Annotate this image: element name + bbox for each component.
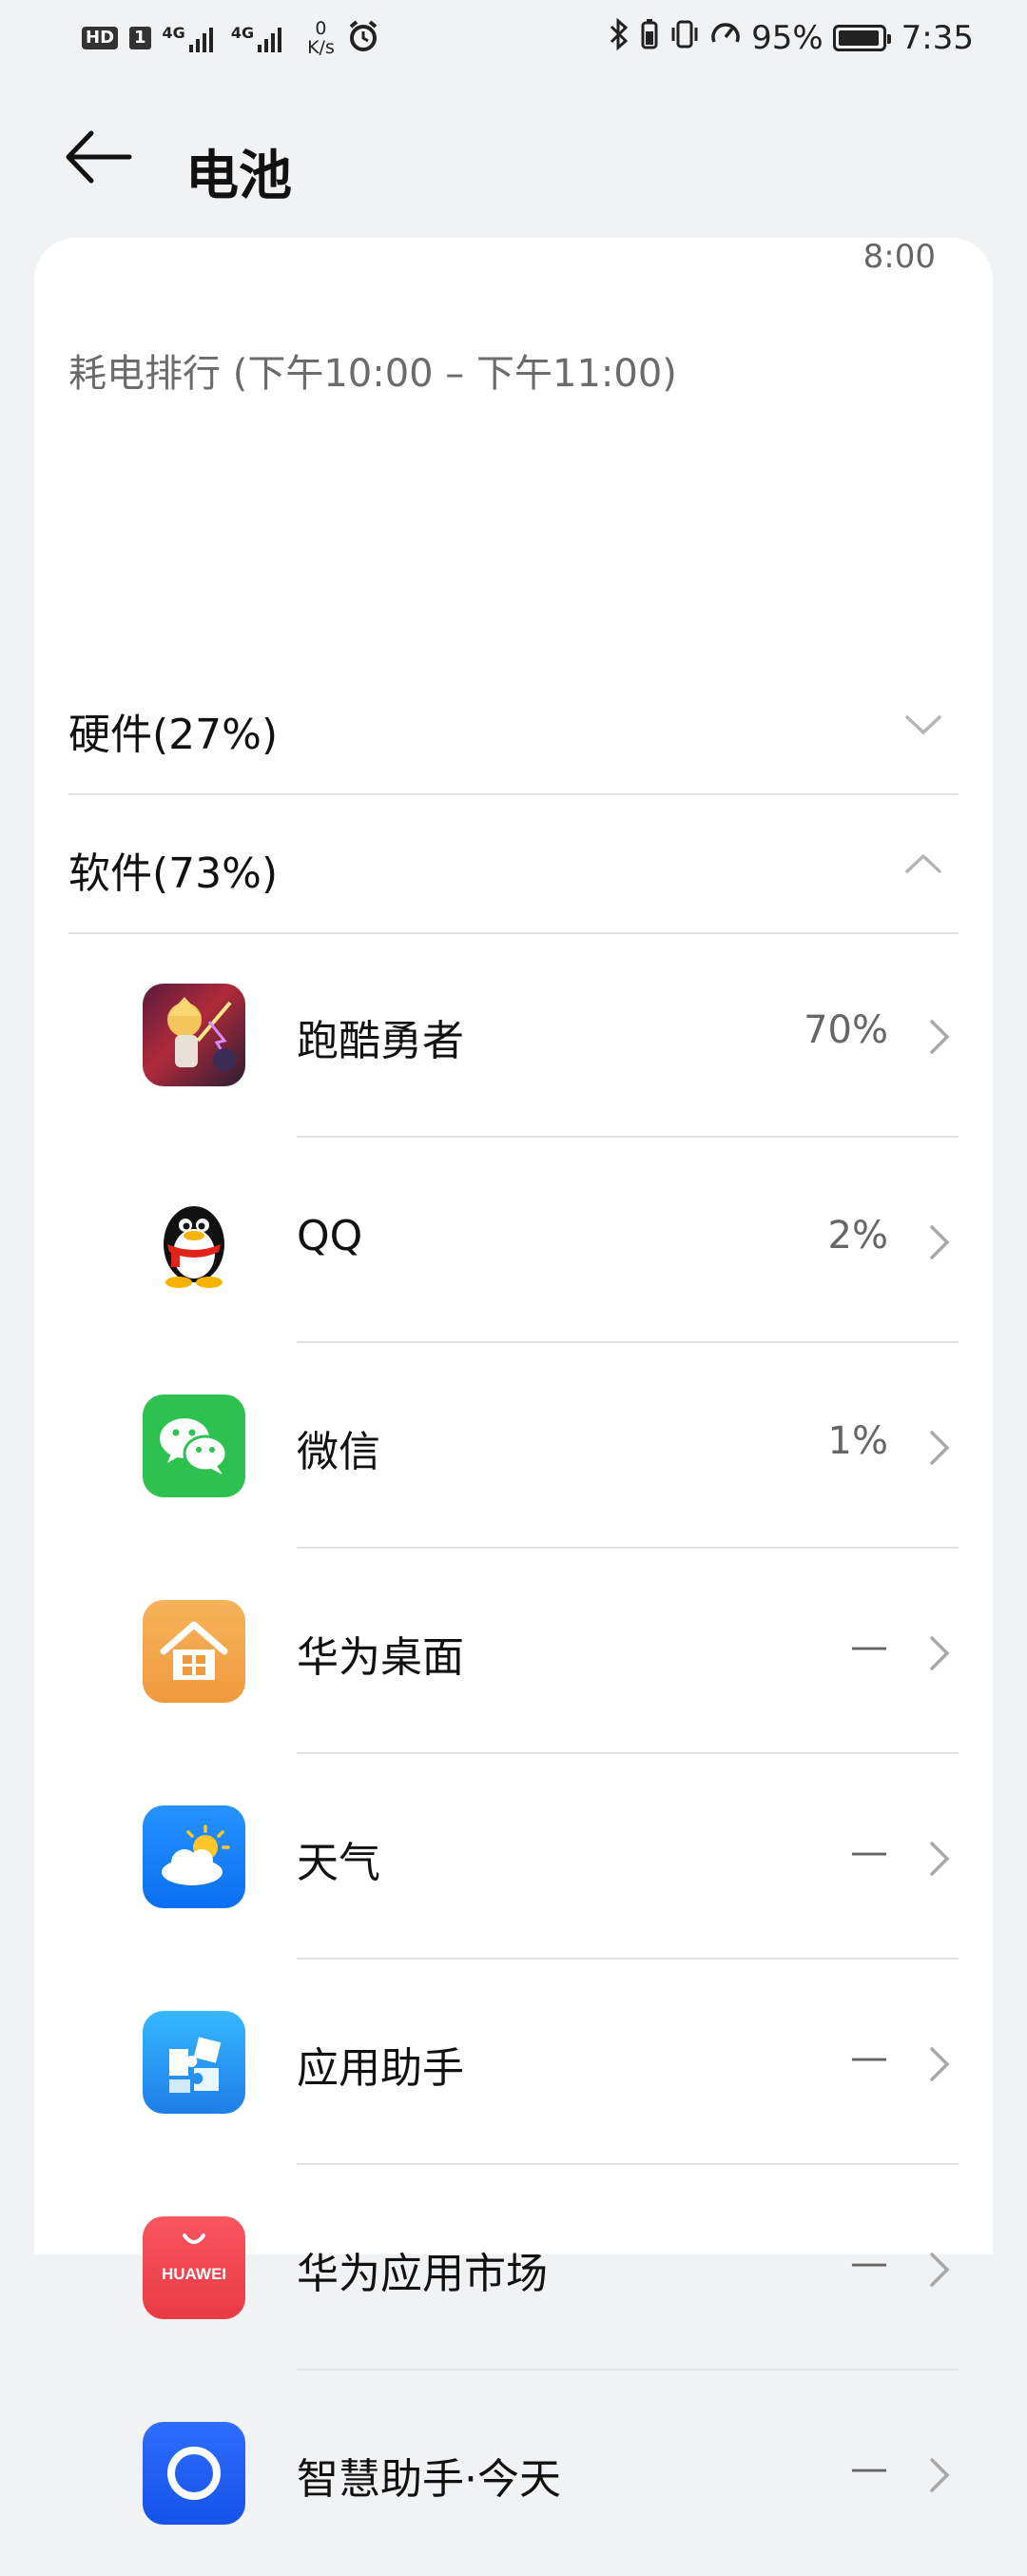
app-name: 跑酷勇者	[297, 1017, 464, 1065]
app-usage-value: —	[850, 2241, 888, 2285]
app-row-app-assistant[interactable]: 应用助手 —	[34, 1960, 993, 2165]
app-row-weather[interactable]: 天气 —	[34, 1754, 993, 1960]
page-title: 电池	[185, 146, 292, 207]
app-usage-value: —	[850, 1625, 888, 1669]
wechat-icon	[143, 1395, 245, 1497]
battery-saver-icon	[639, 18, 660, 59]
smart-assistant-icon	[143, 2422, 245, 2525]
app-bar: 电池	[0, 105, 1027, 209]
app-name: QQ	[297, 1212, 363, 1260]
chevron-right-icon	[930, 1225, 950, 1259]
huawei-home-icon	[143, 1600, 245, 1703]
qq-penguin-icon	[143, 1189, 245, 1292]
vibrate-icon	[669, 18, 700, 59]
weather-icon	[143, 1805, 245, 1908]
battery-percent: 95%	[751, 19, 824, 57]
back-arrow-icon	[66, 130, 132, 184]
sim-badge: 1	[129, 27, 151, 49]
chevron-right-icon	[930, 1842, 950, 1876]
clock: 7:35	[901, 19, 974, 57]
app-usage-value: 1%	[827, 1419, 888, 1463]
divider	[68, 793, 959, 795]
app-name: 天气	[297, 1839, 380, 1887]
signal-icon-1: 4G	[163, 24, 220, 52]
appgallery-logo-text: HUAWEI	[162, 2265, 226, 2283]
status-bar-right: 95% 7:35	[609, 17, 974, 59]
app-usage-value: —	[850, 1830, 888, 1874]
chevron-right-icon	[930, 2458, 950, 2492]
game-hero-icon	[143, 984, 245, 1086]
app-row-smart-assistant[interactable]: 智慧助手·今天 —	[34, 2371, 993, 2576]
app-usage-value: —	[850, 2447, 888, 2490]
app-name: 微信	[297, 1428, 380, 1476]
battery-icon	[832, 25, 891, 51]
app-row-paoku[interactable]: 跑酷勇者 70%	[34, 932, 993, 1138]
speedometer-icon	[709, 18, 742, 59]
app-usage-value: 70%	[804, 1008, 888, 1052]
chevron-right-icon	[930, 1020, 950, 1054]
chevron-right-icon	[930, 2047, 950, 2081]
app-row-appgallery[interactable]: HUAWEI 华为应用市场 —	[34, 2165, 993, 2371]
software-group[interactable]: 软件(73%)	[68, 797, 959, 936]
app-row-qq[interactable]: QQ 2%	[34, 1138, 993, 1343]
chevron-right-icon	[930, 1431, 950, 1465]
chevron-right-icon	[930, 2253, 950, 2287]
app-name: 华为应用市场	[297, 2250, 548, 2298]
app-row-wechat[interactable]: 微信 1%	[34, 1343, 993, 1549]
app-assistant-icon	[143, 2011, 245, 2114]
app-name: 智慧助手·今天	[297, 2455, 561, 2504]
bluetooth-icon	[609, 17, 630, 59]
app-usage-value: —	[850, 2036, 888, 2079]
group-label: 软件(73%)	[68, 849, 279, 898]
app-name: 应用助手	[297, 2044, 464, 2093]
signal-icon-2: 4G	[231, 24, 288, 52]
chevron-up-icon	[905, 853, 941, 873]
hardware-group[interactable]: 硬件(27%)	[68, 658, 959, 797]
hd-badge: HD	[82, 27, 119, 49]
network-speed: 0 K/s	[307, 18, 335, 58]
status-bar: HD 1 4G 4G 0 K/s 95% 7:35	[0, 0, 1027, 76]
back-button[interactable]	[59, 124, 145, 209]
chart-time-tick: 8:00	[862, 238, 936, 276]
chevron-down-icon	[905, 715, 941, 735]
app-name: 华为桌面	[297, 1633, 464, 1682]
app-row-huawei-home[interactable]: 华为桌面 —	[34, 1549, 993, 1754]
app-usage-value: 2%	[827, 1214, 888, 1258]
huawei-appgallery-icon: HUAWEI	[143, 2216, 245, 2319]
alarm-icon	[346, 19, 380, 57]
status-bar-left: HD 1 4G 4G 0 K/s	[82, 17, 380, 59]
group-label: 硬件(27%)	[68, 711, 279, 759]
chevron-right-icon	[930, 1636, 950, 1670]
battery-usage-card: 8:00 耗电排行 (下午10:00 – 下午11:00) 硬件(27%) 软件…	[34, 238, 993, 2525]
ranking-title: 耗电排行 (下午10:00 – 下午11:00)	[68, 352, 677, 396]
